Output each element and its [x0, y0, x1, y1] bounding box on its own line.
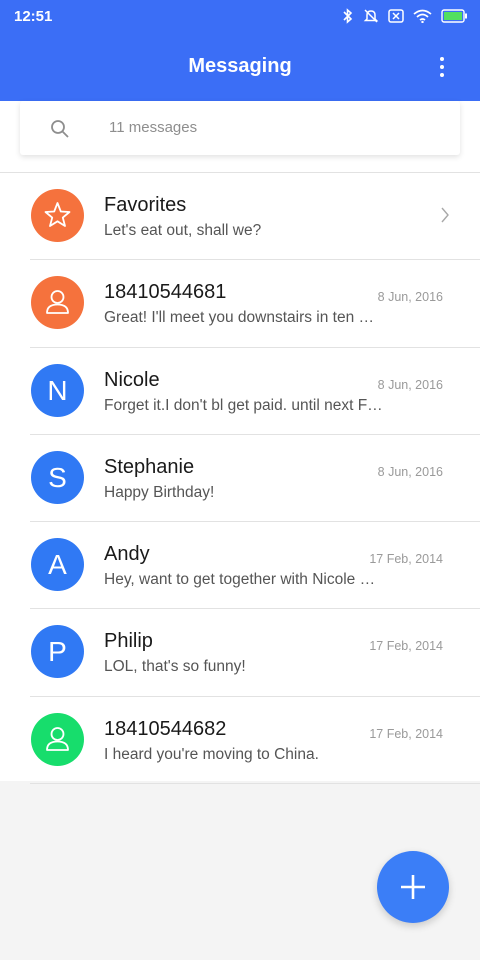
plus-icon	[401, 875, 425, 899]
contact-name: 18410544681	[104, 281, 227, 304]
list-item[interactable]: A Andy Hey, want to get together with Ni…	[0, 522, 480, 610]
message-date: 8 Jun, 2016	[377, 290, 443, 305]
contact-name: Philip	[104, 630, 153, 653]
contact-name: Nicole	[104, 368, 160, 391]
message-snippet: Let's eat out, shall we?	[104, 222, 262, 239]
app-bar: Messaging	[0, 32, 480, 101]
avatar: S	[31, 450, 84, 504]
search-input[interactable]: 11 messages	[20, 101, 460, 155]
message-date: 8 Jun, 2016	[377, 377, 443, 392]
page-title: Messaging	[188, 55, 292, 77]
status-time: 12:51	[14, 7, 53, 25]
battery-icon	[441, 9, 467, 23]
message-date: 17 Feb, 2014	[369, 639, 443, 654]
contact-name: Andy	[104, 543, 150, 566]
chevron-right-icon	[441, 207, 449, 223]
message-snippet: LOL, that's so funny!	[104, 658, 246, 676]
message-snippet: Forget it.I don't bl get paid. until nex…	[104, 396, 383, 414]
avatar	[31, 276, 84, 330]
list-item[interactable]: P Philip LOL, that's so funny! 17 Feb, 2…	[0, 609, 480, 698]
message-snippet: I heard you're moving to China.	[104, 745, 319, 763]
contact-name: Stephanie	[104, 455, 195, 478]
conversation-panel: 11 messages Favorites Let's eat out, sha…	[0, 101, 480, 785]
message-date: 17 Feb, 2014	[369, 552, 443, 567]
more-options-button[interactable]	[430, 52, 454, 82]
message-snippet: Happy Birthday!	[104, 483, 215, 501]
status-bar: 12:51	[0, 0, 480, 32]
new-message-button[interactable]	[377, 851, 449, 923]
more-vert-icon	[440, 57, 444, 61]
avatar: A	[31, 538, 84, 592]
search-icon	[51, 120, 69, 138]
person-icon	[46, 290, 69, 315]
avatar: P	[31, 625, 84, 679]
person-icon	[46, 726, 69, 751]
contact-name: Favorites	[104, 194, 187, 216]
avatar	[31, 712, 84, 766]
avatar	[31, 189, 84, 242]
message-snippet: Great! I'll meet you downstairs in ten …	[104, 309, 375, 327]
avatar: N	[31, 363, 84, 417]
list-item[interactable]: N Nicole Forget it.I don't bl get paid. …	[0, 348, 480, 436]
message-date: 8 Jun, 2016	[377, 464, 443, 479]
bluetooth-icon	[343, 8, 353, 24]
search-placeholder: 11 messages	[109, 119, 198, 136]
list-item-favorites[interactable]: Favorites Let's eat out, shall we?	[0, 173, 480, 261]
conversation-list: Favorites Let's eat out, shall we? 18410…	[0, 173, 480, 785]
status-icons	[342, 8, 468, 24]
star-icon	[44, 202, 71, 227]
message-date: 17 Feb, 2014	[369, 726, 443, 741]
list-item[interactable]: S Stephanie Happy Birthday! 8 Jun, 2016	[0, 435, 480, 523]
mute-icon	[363, 9, 379, 23]
wifi-icon	[413, 9, 432, 23]
message-snippet: Hey, want to get together with Nicole …	[104, 571, 376, 589]
list-item[interactable]: 18410544682 I heard you're moving to Chi…	[0, 697, 480, 785]
sim-icon	[388, 9, 404, 23]
contact-name: 18410544682	[104, 717, 227, 740]
list-item[interactable]: 18410544681 Great! I'll meet you downsta…	[0, 260, 480, 348]
